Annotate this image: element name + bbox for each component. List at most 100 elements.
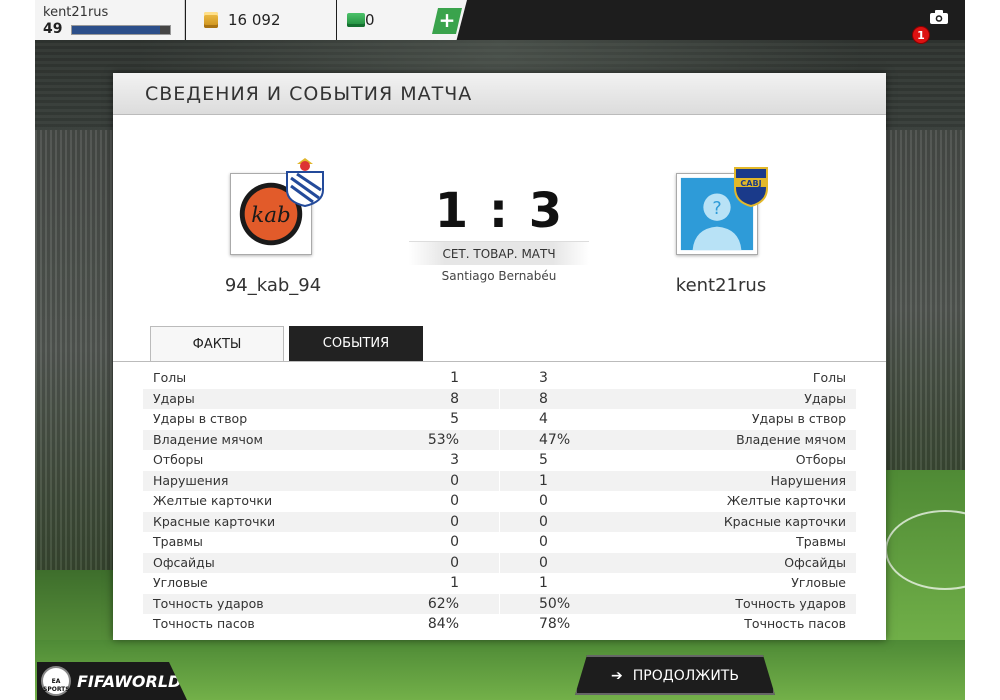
camera-icon[interactable]: [930, 10, 948, 24]
tab-facts[interactable]: ФАКТЫ: [150, 326, 284, 361]
match-type: СЕТ. ТОВАР. МАТЧ: [409, 241, 589, 265]
stat-label-away: Травмы: [796, 534, 846, 549]
user-level: 49: [43, 21, 63, 37]
stat-label-away: Отборы: [795, 452, 846, 467]
svg-text:CABJ: CABJ: [740, 179, 761, 188]
stat-divider: [499, 552, 500, 573]
svg-text:?: ?: [712, 199, 721, 219]
stat-label-away: Точность ударов: [735, 595, 846, 611]
stat-value-away: 47%: [539, 431, 571, 448]
stat-row: Угловые 1 1 Угловые: [143, 573, 856, 594]
stat-label-away: Голы: [812, 370, 846, 385]
stat-label-home: Владение мячом: [153, 431, 263, 447]
user-profile[interactable]: kent21rus 49: [35, 0, 185, 40]
stat-row: Желтые карточки 0 0 Желтые карточки: [143, 491, 856, 512]
stat-row: Точность ударов 62% 50% Точность ударов: [143, 593, 856, 614]
arrow-right-icon: ➔: [611, 668, 623, 684]
continue-label: ПРОДОЛЖИТЬ: [632, 668, 739, 684]
stat-row: Голы 1 3 Голы: [143, 368, 856, 389]
stat-value-away: 0: [539, 534, 548, 550]
stat-value-home: 0: [450, 554, 459, 571]
stat-value-away: 8: [539, 390, 548, 407]
stat-row: Нарушения 0 1 Нарушения: [143, 470, 856, 491]
stat-divider: [499, 368, 500, 389]
stat-value-home: 53%: [427, 431, 459, 448]
username: kent21rus: [43, 5, 109, 20]
xp-progress-bar: [71, 25, 171, 35]
stat-divider: [499, 614, 500, 635]
away-team-crest: ? CABJ: [676, 167, 768, 255]
panel-header: СВЕДЕНИЯ И СОБЫТИЯ МАТЧА: [113, 73, 886, 115]
stat-label-home: Желтые карточки: [153, 493, 273, 508]
stat-row: Офсайды 0 0 Офсайды: [143, 552, 856, 573]
stat-value-away: 3: [539, 370, 548, 386]
stat-value-away: 50%: [539, 595, 571, 612]
notification-badge[interactable]: 1: [912, 26, 930, 44]
stat-divider: [499, 429, 500, 450]
fifa-world-logo: EA SPORTS FIFAWORLD: [37, 662, 187, 700]
coins-counter: 16 092: [186, 0, 336, 40]
home-club-badge-icon: [286, 158, 324, 208]
stat-divider: [499, 532, 500, 553]
stat-label-home: Нарушения: [153, 472, 229, 488]
stat-label-away: Красные карточки: [723, 513, 846, 529]
stat-label-away: Удары в створ: [751, 411, 846, 426]
stat-label-home: Угловые: [153, 575, 208, 590]
stat-value-away: 78%: [539, 616, 571, 632]
stat-value-away: 1: [539, 575, 548, 591]
stat-value-away: 0: [539, 493, 548, 509]
stat-divider: [499, 450, 500, 471]
points-value: 0: [365, 11, 375, 29]
stat-divider: [499, 491, 500, 512]
stat-value-home: 62%: [427, 595, 459, 612]
tab-events[interactable]: СОБЫТИЯ: [289, 326, 423, 361]
away-club-badge-icon: CABJ: [734, 167, 768, 208]
stat-value-away: 4: [539, 411, 548, 427]
points-icon: [347, 13, 365, 27]
stat-divider: [499, 511, 500, 532]
match-score: 1 : 3: [434, 183, 565, 239]
tab-divider: [113, 361, 886, 362]
stat-row: Травмы 0 0 Травмы: [143, 532, 856, 553]
away-team-name: kent21rus: [675, 275, 767, 296]
stat-label-home: Удары в створ: [153, 411, 248, 426]
stat-label-home: Офсайды: [153, 554, 215, 570]
stat-divider: [499, 470, 500, 491]
stat-label-home: Удары: [153, 390, 195, 406]
home-team-name: 94_kab_94: [224, 275, 322, 296]
stat-divider: [499, 409, 500, 430]
home-team-crest: kab: [230, 158, 324, 255]
stat-label-home: Точность ударов: [153, 595, 264, 611]
stat-divider: [499, 593, 500, 614]
stat-value-home: 0: [450, 493, 459, 509]
stat-value-away: 1: [539, 472, 548, 489]
stat-row: Удары в створ 5 4 Удары в створ: [143, 409, 856, 430]
stat-label-home: Травмы: [153, 534, 203, 549]
match-details-panel: СВЕДЕНИЯ И СОБЫТИЯ МАТЧА kab 94_kab_94 1…: [113, 73, 886, 640]
stat-label-away: Точность пасов: [744, 616, 846, 631]
stat-row: Удары 8 8 Удары: [143, 388, 856, 409]
stat-value-away: 5: [539, 452, 548, 468]
stat-row: Красные карточки 0 0 Красные карточки: [143, 511, 856, 532]
stat-divider: [499, 573, 500, 594]
stat-label-away: Владение мячом: [736, 431, 846, 447]
stat-value-away: 0: [539, 513, 548, 530]
stat-value-home: 8: [450, 390, 459, 407]
stat-value-home: 3: [450, 452, 459, 468]
stat-row: Отборы 3 5 Отборы: [143, 450, 856, 471]
stat-label-home: Точность пасов: [153, 616, 255, 631]
continue-button[interactable]: ➔ ПРОДОЛЖИТЬ: [575, 655, 775, 695]
coins-value: 16 092: [228, 11, 281, 29]
stat-label-home: Голы: [153, 370, 187, 385]
brand-name: FIFAWORLD: [77, 672, 182, 691]
stat-value-home: 0: [450, 472, 459, 489]
stat-value-home: 0: [450, 513, 459, 530]
coins-icon: [204, 12, 218, 28]
stat-value-away: 0: [539, 554, 548, 571]
stat-value-home: 84%: [427, 616, 459, 632]
stat-label-away: Нарушения: [770, 472, 846, 488]
xp-progress-fill: [72, 26, 161, 34]
stat-label-home: Красные карточки: [153, 513, 276, 529]
match-stats-table: Голы 1 3 Голы Удары 8 8 Удары Удары в створ 5 4 Уда…: [143, 368, 856, 635]
stat-label-home: Отборы: [153, 452, 204, 467]
